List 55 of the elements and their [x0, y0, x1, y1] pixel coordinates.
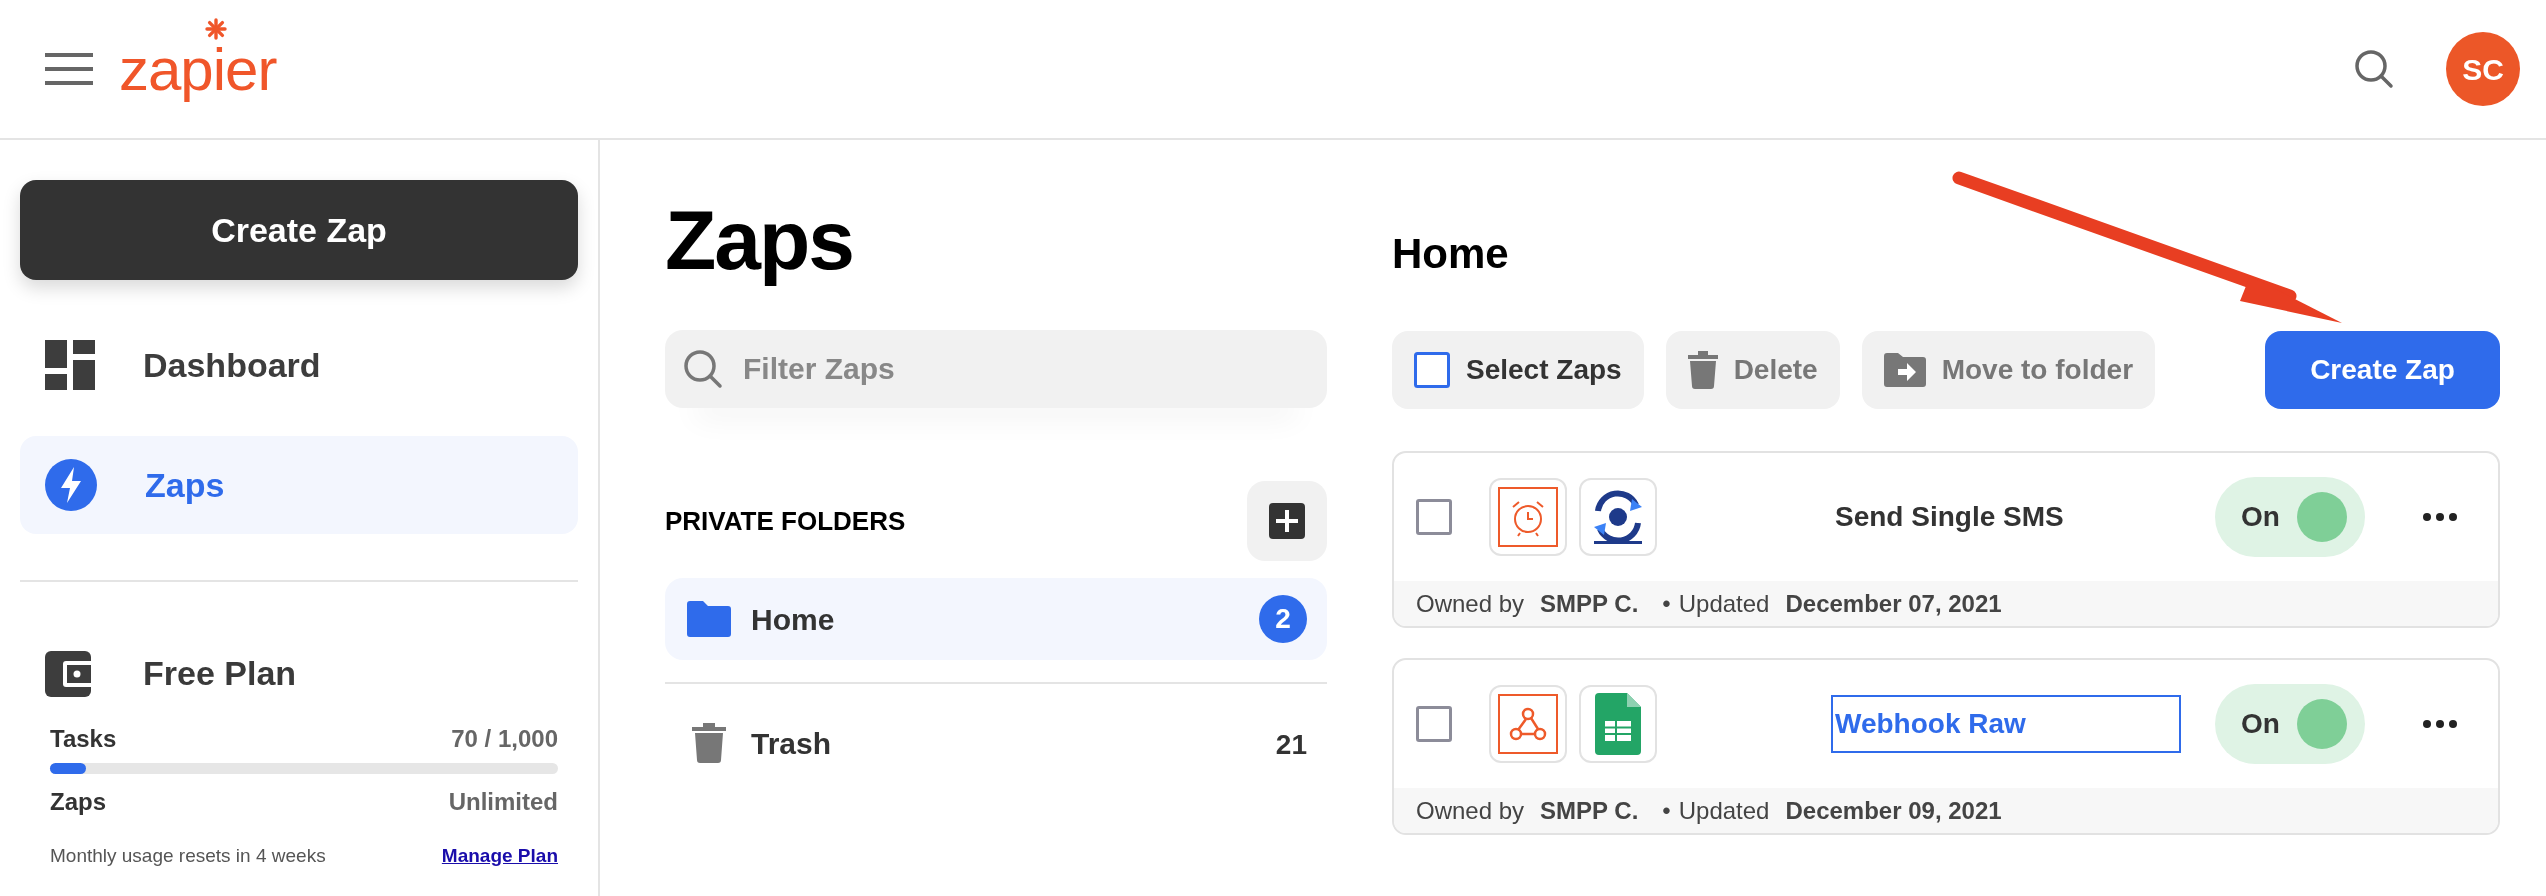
more-options-icon[interactable]	[2423, 720, 2457, 728]
toolbar-button[interactable]: Select Zaps	[1392, 331, 1644, 409]
menu-icon[interactable]	[45, 51, 95, 87]
usage-reset-note: Monthly usage resets in 4 weeks	[50, 844, 326, 868]
usage-value: Unlimited	[448, 787, 558, 817]
create-zap-button[interactable]: Create Zap	[20, 180, 578, 280]
nav-item[interactable]: Dashboard	[20, 316, 578, 414]
folder-count: 21	[1275, 728, 1307, 760]
folder-title: Home	[1392, 233, 1510, 275]
trash-icon	[1687, 351, 1718, 389]
zap-name[interactable]: Webhook Raw	[1831, 695, 2181, 753]
zap-name[interactable]: Send Single SMS	[1831, 488, 2181, 546]
on-off-toggle[interactable]: On	[2215, 477, 2365, 557]
spreadsheet-icon	[1595, 693, 1641, 755]
updated-label: Updated	[1678, 588, 1770, 619]
webhook-icon	[1498, 694, 1558, 754]
search-icon	[683, 349, 723, 389]
dashboard-icon	[45, 340, 95, 390]
folder-icon	[687, 601, 731, 637]
folder-item[interactable]: Trash 21	[665, 702, 1327, 784]
zap-checkbox[interactable]	[1416, 706, 1452, 742]
more-options-icon[interactable]	[2423, 513, 2457, 521]
plan-title: Free Plan	[143, 653, 297, 694]
nav-item[interactable]: Zaps	[20, 436, 578, 534]
on-off-toggle[interactable]: On	[2215, 684, 2365, 764]
separator-dot: •	[1662, 588, 1671, 619]
zap-checkbox[interactable]	[1416, 499, 1452, 535]
separator-dot: •	[1662, 795, 1671, 826]
section-label: PRIVATE FOLDERS	[665, 504, 906, 538]
folder-arrow-icon	[1883, 353, 1926, 387]
add-folder-button[interactable]	[1247, 481, 1327, 561]
owner-label: Owned by	[1416, 588, 1525, 619]
toolbar-button[interactable]: Delete	[1665, 331, 1840, 409]
lightning-icon	[45, 459, 97, 511]
count-badge: 2	[1259, 595, 1307, 643]
updated-date: December 07, 2021	[1785, 588, 2002, 619]
owner-label: Owned by	[1416, 795, 1525, 826]
trash-icon	[692, 723, 726, 763]
usage-value: 70 / 1,000	[451, 724, 558, 754]
owner-name: SMPP C.	[1540, 588, 1639, 619]
folder-item[interactable]: Home 2	[665, 578, 1327, 660]
plus-icon	[1269, 503, 1305, 539]
create-zap-button[interactable]: Create Zap	[2265, 331, 2500, 409]
alarm-clock-icon	[1498, 487, 1558, 547]
usage-label: Zaps	[50, 787, 106, 817]
owner-name: SMPP C.	[1540, 795, 1639, 826]
toolbar-button[interactable]: Move to folder	[1861, 331, 2156, 409]
filter-field[interactable]: Filter Zaps	[665, 330, 1327, 408]
user-avatar[interactable]: SC	[2446, 32, 2520, 106]
updated-label: Updated	[1678, 795, 1770, 826]
manage-plan-link[interactable]: Manage Plan	[441, 842, 558, 871]
checkbox-icon	[1414, 352, 1450, 388]
usage-label: Tasks	[50, 724, 117, 754]
search-icon[interactable]	[2354, 49, 2394, 89]
updated-date: December 09, 2021	[1785, 795, 2002, 826]
